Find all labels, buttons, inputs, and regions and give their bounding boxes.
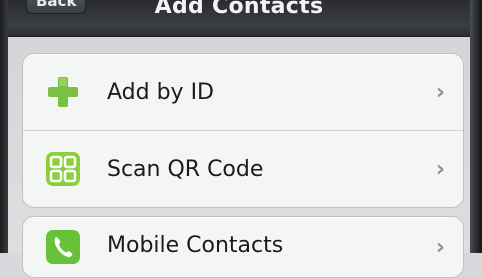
menu-item-label: Scan QR Code bbox=[107, 156, 264, 182]
chevron-right-icon: › bbox=[435, 79, 445, 105]
menu-group-import: Mobile Contacts › bbox=[22, 216, 464, 278]
menu-item-scan-qr-code[interactable]: Scan QR Code › bbox=[23, 130, 463, 207]
menu-item-label: Add by ID bbox=[107, 79, 214, 105]
device-frame-right bbox=[470, 0, 482, 253]
menu-item-mobile-contacts[interactable]: Mobile Contacts › bbox=[23, 217, 463, 277]
menu-group-add: Add by ID › Scan QR Code › bbox=[22, 53, 464, 208]
navigation-bar: Back Add Contacts bbox=[8, 0, 470, 37]
chevron-right-icon: › bbox=[435, 156, 445, 182]
device-frame-left bbox=[0, 0, 8, 253]
plus-icon bbox=[48, 77, 78, 107]
qr-code-icon bbox=[46, 152, 80, 186]
menu-item-add-by-id[interactable]: Add by ID › bbox=[23, 54, 463, 130]
page-title: Add Contacts bbox=[154, 0, 324, 19]
menu-item-label: Mobile Contacts bbox=[107, 233, 284, 258]
content-area: Add by ID › Scan QR Code › Mobile Contac… bbox=[8, 37, 470, 278]
chevron-right-icon: › bbox=[435, 235, 445, 260]
phone-icon bbox=[46, 230, 80, 264]
